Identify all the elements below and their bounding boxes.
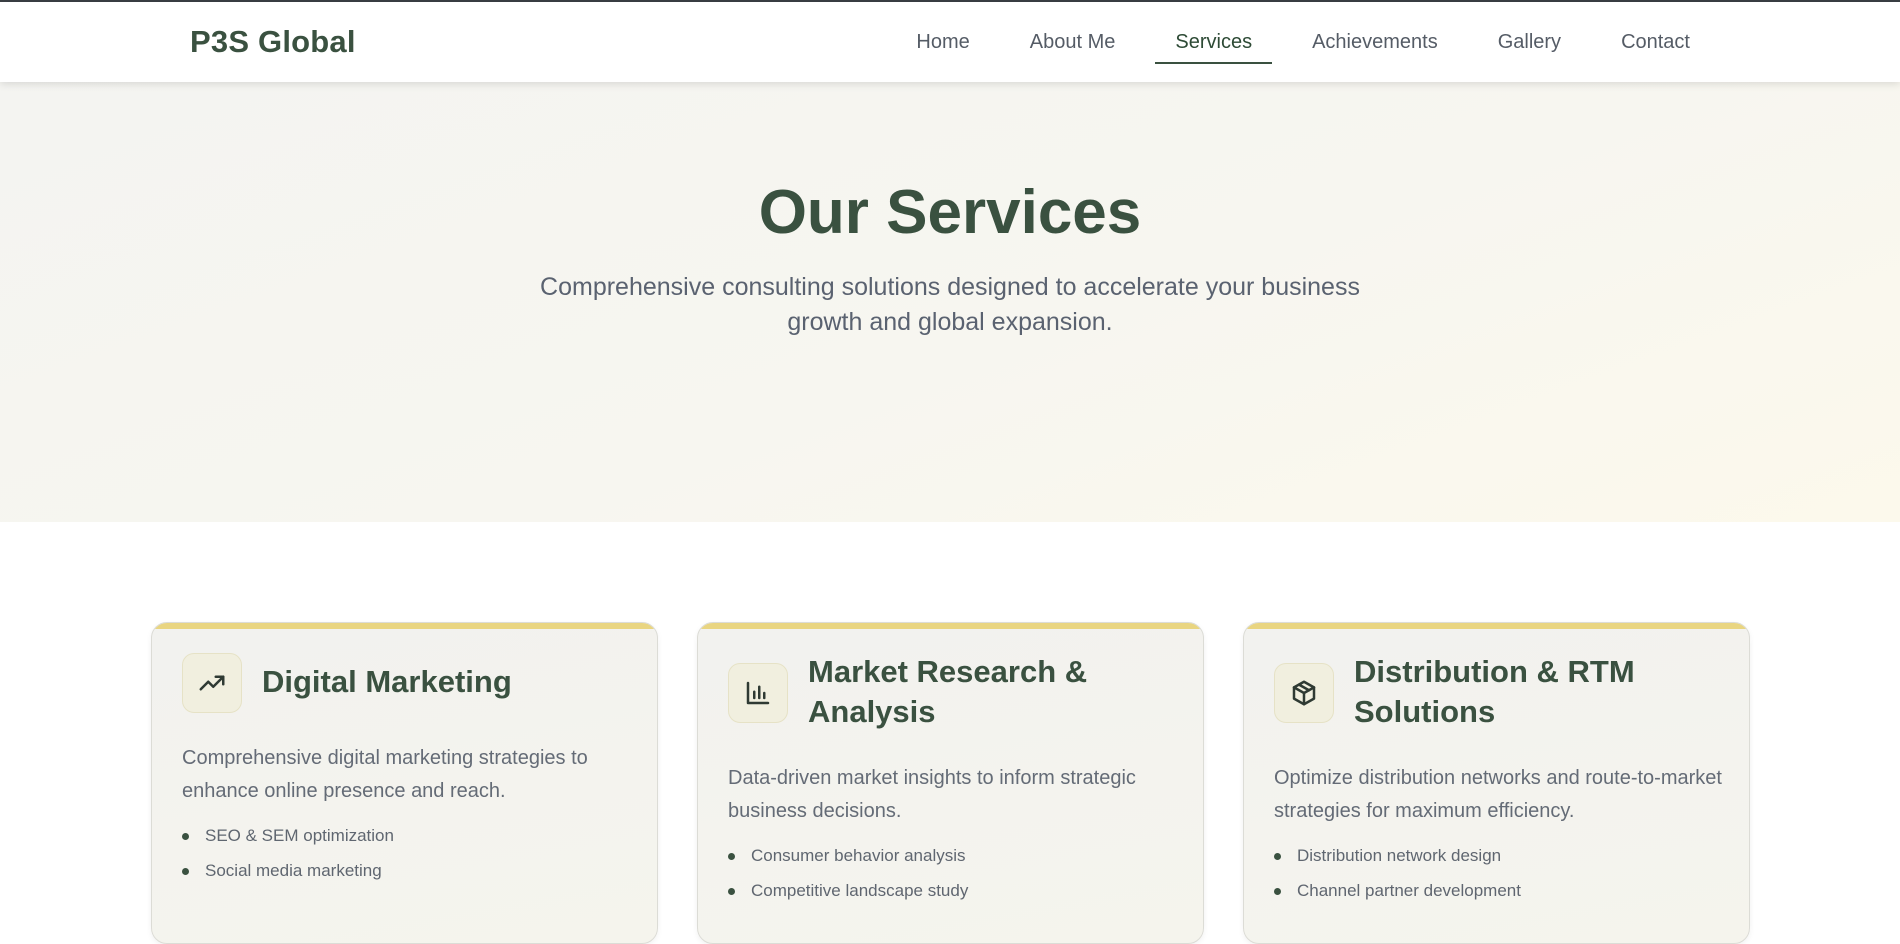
page-subtitle: Comprehensive consulting solutions desig…	[540, 273, 1360, 336]
service-description: Data-driven market insights to inform st…	[728, 767, 1136, 822]
nav-gallery[interactable]: Gallery	[1478, 2, 1581, 82]
nav-home[interactable]: Home	[896, 2, 989, 82]
package-icon	[1274, 663, 1334, 723]
service-card-market-research: Market Research & Analysis Data-driven m…	[697, 622, 1204, 944]
nav-services[interactable]: Services	[1155, 2, 1272, 82]
service-card-distribution: Distribution & RTM Solutions Optimize di…	[1243, 622, 1750, 944]
feature-item: Competitive landscape study	[728, 873, 968, 908]
service-title: Market Research & Analysis	[808, 654, 1088, 729]
feature-item: Channel partner development	[1274, 873, 1521, 908]
service-description: Comprehensive digital marketing strategi…	[182, 747, 588, 802]
main-nav: Home About Me Services Achievements Gall…	[876, 2, 1710, 82]
bar-chart-icon	[728, 663, 788, 723]
feature-list: Distribution network design Channel part…	[1274, 838, 1521, 908]
feature-item: Consumer behavior analysis	[728, 838, 968, 873]
trending-up-icon	[182, 653, 242, 713]
nav-about-me[interactable]: About Me	[1010, 2, 1136, 82]
site-header: P3S Global Home About Me Services Achiev…	[0, 2, 1900, 82]
service-card-digital-marketing: Digital Marketing Comprehensive digital …	[151, 622, 658, 944]
nav-achievements[interactable]: Achievements	[1292, 2, 1458, 82]
service-description: Optimize distribution networks and route…	[1274, 767, 1722, 822]
feature-item: Social media marketing	[182, 853, 394, 888]
service-title: Digital Marketing	[262, 664, 512, 699]
feature-item: Distribution network design	[1274, 838, 1521, 873]
feature-list: Consumer behavior analysis Competitive l…	[728, 838, 968, 908]
site-logo[interactable]: P3S Global	[190, 24, 356, 60]
hero-section: Our Services Comprehensive consulting so…	[0, 82, 1900, 522]
service-title: Distribution & RTM Solutions	[1354, 654, 1635, 729]
page-title: Our Services	[758, 178, 1142, 247]
feature-item: SEO & SEM optimization	[182, 818, 394, 853]
nav-contact[interactable]: Contact	[1601, 2, 1710, 82]
feature-list: SEO & SEM optimization Social media mark…	[182, 818, 394, 888]
